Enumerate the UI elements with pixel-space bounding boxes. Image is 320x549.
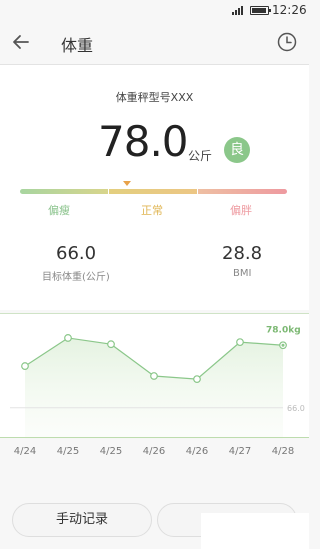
overlay-mask (201, 513, 309, 549)
range-label-high: 偏胖 (230, 204, 252, 217)
range-segment-low (20, 189, 108, 194)
target-line-label: 66.0 (287, 404, 305, 413)
page-title: 体重 (61, 36, 94, 55)
weight-point-last-dot (281, 343, 285, 347)
chart-date-axis: 4/24 4/25 4/25 4/26 4/26 4/27 4/28 (0, 446, 309, 460)
history-clock-icon[interactable] (276, 31, 298, 53)
date-tick-label: 4/25 (56, 446, 80, 457)
weight-point-4 (193, 375, 201, 384)
target-weight-value: 66.0 (56, 243, 97, 264)
weight-range-bar (20, 189, 287, 194)
date-tick-label: 4/26 (142, 446, 166, 457)
bmi-caption: BMI (233, 268, 252, 279)
weight-point-1 (64, 334, 72, 342)
range-segment-normal (108, 189, 197, 194)
battery-icon (250, 6, 271, 15)
weight-trend-svg: 66.0 78.0kg (10, 325, 305, 439)
weight-page: 12:26 体重 体重秤型号XXX 78.0 公斤 良 偏瘦 正常 偏胖 66.… (0, 0, 309, 549)
weight-summary-card: 体重秤型号XXX 78.0 公斤 良 偏瘦 正常 偏胖 66.0 目标体重(公斤… (0, 65, 309, 310)
manual-record-button[interactable]: 手动记录 (12, 503, 152, 537)
target-weight-caption: 目标体重(公斤) (42, 272, 110, 283)
last-weight-label: 78.0kg (266, 325, 301, 335)
grade-badge: 良 (224, 137, 250, 163)
date-tick-label: 4/24 (13, 446, 37, 457)
signal-icon (232, 6, 243, 15)
status-time: 12:26 (272, 3, 307, 17)
app-header: 体重 (0, 20, 309, 64)
bmi-value: 28.8 (222, 243, 263, 264)
current-weight: 78.0 (98, 117, 189, 166)
weight-point-2 (107, 340, 115, 349)
date-tick-label: 4/25 (99, 446, 123, 457)
weight-point-3 (150, 372, 158, 380)
weight-unit: 公斤 (188, 149, 213, 163)
range-segment-high (197, 189, 287, 194)
scale-model-name: 体重秤型号XXX (115, 91, 194, 104)
weight-point-0 (21, 362, 29, 370)
date-tick-label: 4/28 (271, 446, 295, 457)
back-arrow-icon[interactable] (10, 31, 32, 53)
date-tick-label: 4/26 (185, 446, 209, 457)
chart-area-fill (25, 337, 283, 439)
weight-trend-chart[interactable]: 66.0 78.0kg (0, 313, 309, 439)
date-tick-label: 4/27 (228, 446, 252, 457)
scale-marker-icon (123, 181, 131, 186)
range-label-normal: 正常 (141, 204, 163, 217)
range-label-low: 偏瘦 (48, 204, 70, 217)
chart-baseline (0, 437, 309, 438)
status-bar: 12:26 (0, 0, 309, 20)
weight-point-5 (236, 338, 244, 347)
